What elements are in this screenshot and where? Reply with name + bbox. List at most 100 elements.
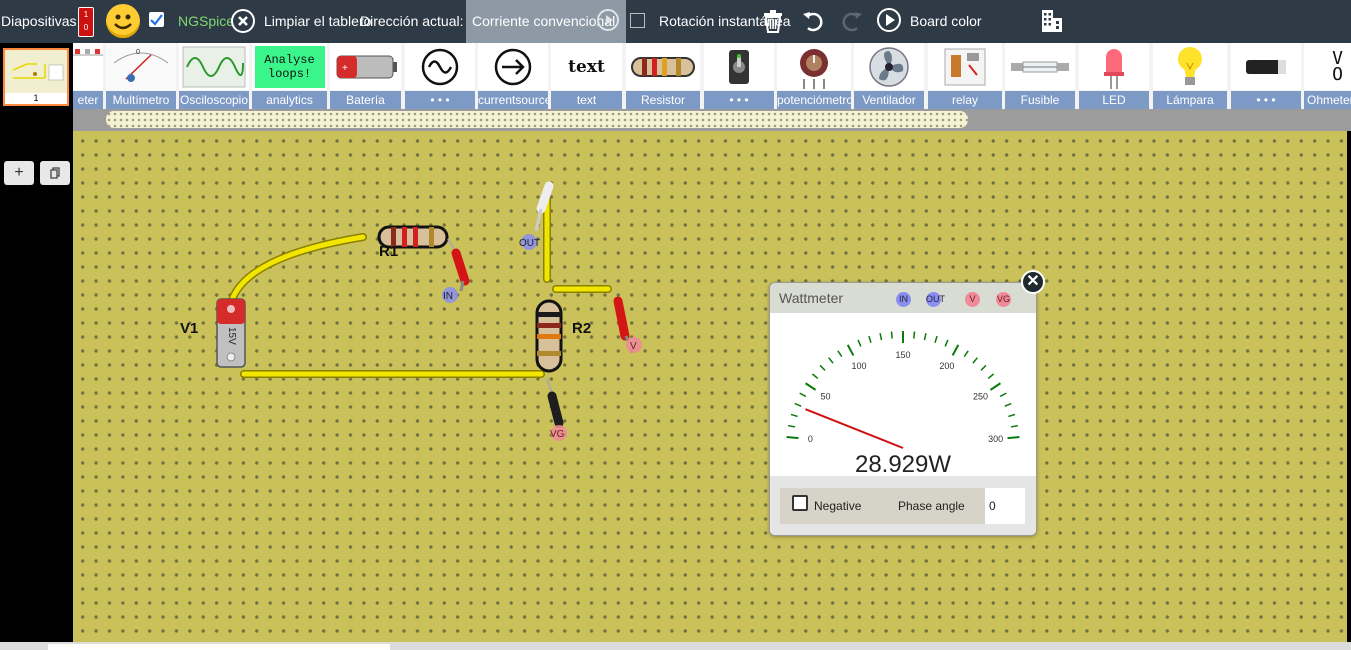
palette-item-fan[interactable]: Ventilador: [854, 43, 924, 109]
text-icon: text: [551, 43, 622, 90]
gauge-tick: [828, 357, 834, 364]
gauge-tick: [987, 373, 995, 379]
gauge-scale-label: 150: [895, 350, 910, 360]
gauge-tick: [799, 392, 807, 398]
gauge-tick: [890, 331, 893, 339]
palette-item-ammeter[interactable]: eter: [73, 43, 103, 109]
circuit-board[interactable]: 15V IN OUT V VG V1 R1 R2: [73, 131, 1347, 642]
palette-item-lamp[interactable]: Lámpara: [1153, 43, 1227, 109]
trash-icon[interactable]: [762, 9, 784, 33]
gauge-tick: [857, 339, 862, 347]
switch-icon: [704, 43, 774, 90]
component-palette: eter 0 Multímetro Osciloscopio Analyse l…: [73, 43, 1351, 109]
palette-item-currentsource[interactable]: currentsource: [478, 43, 548, 109]
gauge-tick: [868, 335, 872, 343]
gauge-tick: [980, 364, 987, 371]
palette-label: eter: [73, 91, 103, 109]
palette-item-switch[interactable]: • • •: [704, 43, 774, 109]
redo-icon[interactable]: [839, 8, 865, 34]
gauge-scale-label: 200: [939, 361, 954, 371]
palette-label: Lámpara: [1153, 91, 1227, 109]
ngspice-checkbox[interactable]: [149, 12, 164, 27]
palette-label: Fusible: [1005, 91, 1075, 109]
building-icon[interactable]: [1039, 8, 1065, 34]
r2-label: R2: [572, 320, 591, 337]
gauge-tick: [1008, 413, 1016, 418]
slides-label: Diapositivas: [1, 13, 77, 29]
wattmeter-reading: 28.929W: [854, 451, 952, 478]
clear-board-button[interactable]: Limpiar el tablero: [264, 0, 371, 43]
add-slide-button[interactable]: +: [4, 161, 34, 185]
wattmeter-panel[interactable]: Wattmeter IN OUT V VG 0 50 100 150 200 250 300…: [769, 282, 1037, 536]
palette-item-component[interactable]: • • •: [1231, 43, 1301, 109]
smiley-icon[interactable]: [106, 4, 140, 38]
palette-item-ohmmeter[interactable]: VO Ohmetermeter: [1304, 43, 1351, 109]
analyse-loops-text: Analyse loops!: [254, 45, 325, 88]
palette-item-text[interactable]: text text: [551, 43, 622, 109]
palette-item-resistor[interactable]: Resistor: [626, 43, 700, 109]
gauge-scale-label: 0: [808, 434, 813, 444]
close-icon[interactable]: ✕: [1021, 270, 1045, 294]
gauge-tick: [1010, 424, 1018, 428]
direction-value[interactable]: Corriente convencional: [472, 0, 615, 43]
gauge-tick: [934, 335, 938, 343]
palette-item-multimeter[interactable]: 0 Multímetro: [106, 43, 176, 109]
ohmmeter-icon: VO: [1304, 43, 1351, 90]
phase-angle-label: Phase angle: [898, 499, 965, 513]
gauge-tick: [1007, 435, 1020, 440]
direction-label: Dirección actual:: [360, 13, 464, 29]
board-color-button[interactable]: Board color: [910, 0, 982, 43]
current-source-icon: [478, 43, 548, 90]
rotation-checkbox[interactable]: [630, 13, 645, 28]
gauge-tick: [790, 413, 798, 418]
gauge-tick: [989, 382, 1002, 391]
palette-item-led[interactable]: LED: [1079, 43, 1149, 109]
resistor-icon: [626, 43, 700, 90]
gauge-tick: [786, 435, 799, 440]
palette-item-fuse[interactable]: Fusible: [1005, 43, 1075, 109]
gauge-tick: [794, 402, 802, 407]
gauge-scale-label: 250: [973, 392, 988, 402]
palette-label: Batería: [330, 91, 401, 109]
play-circle-icon[interactable]: [596, 8, 620, 32]
potentiometer-icon: [777, 43, 851, 90]
slides-sidebar: 1 +: [0, 43, 73, 650]
gauge-tick: [819, 364, 826, 371]
slide-thumbnail[interactable]: 1: [3, 48, 69, 106]
palette-item-oscilloscope[interactable]: Osciloscopio: [179, 43, 249, 109]
play-icon[interactable]: [876, 7, 902, 33]
ac-source-icon: [405, 43, 475, 90]
power-switch-icon[interactable]: 10: [78, 7, 94, 37]
svg-text:+: +: [342, 63, 348, 74]
palette-label: • • •: [405, 91, 475, 109]
palette-item-analytics[interactable]: Analyse loops! analytics: [252, 43, 327, 109]
palette-item-battery[interactable]: + Batería: [330, 43, 401, 109]
palette-item-relay[interactable]: relay: [928, 43, 1002, 109]
probe-vg-label: VG: [550, 429, 565, 440]
led-icon: [1079, 43, 1149, 90]
clear-board-icon[interactable]: [231, 9, 255, 33]
palette-label: relay: [928, 91, 1002, 109]
gauge-tick: [811, 373, 819, 379]
palette-item-potentiometer[interactable]: potenciómetro: [777, 43, 851, 109]
phase-angle-value: 0: [989, 499, 996, 513]
gauge-tick: [788, 424, 796, 428]
battery-v1[interactable]: 15V: [216, 298, 246, 368]
ngspice-label[interactable]: NGSpice: [178, 0, 234, 43]
copy-icon: [50, 167, 60, 179]
copy-slide-button[interactable]: [40, 161, 70, 185]
palette-label: text: [551, 91, 622, 109]
oscilloscope-icon: [179, 43, 249, 90]
palette-label: analytics: [252, 91, 327, 109]
relay-icon: [928, 43, 1002, 90]
negative-checkbox[interactable]: [792, 495, 808, 511]
palette-item-ac-source[interactable]: • • •: [405, 43, 475, 109]
resistor-r2[interactable]: [535, 299, 563, 373]
wattmeter-gauge: 0 50 100 150 200 250 300: [786, 331, 1020, 449]
undo-icon[interactable]: [800, 8, 826, 34]
r1-label: R1: [379, 243, 398, 260]
horizontal-scrollbar[interactable]: [48, 644, 390, 650]
battery-icon: +: [330, 43, 401, 90]
component-icon: [1231, 43, 1301, 90]
probe-in-label: IN: [443, 291, 453, 302]
